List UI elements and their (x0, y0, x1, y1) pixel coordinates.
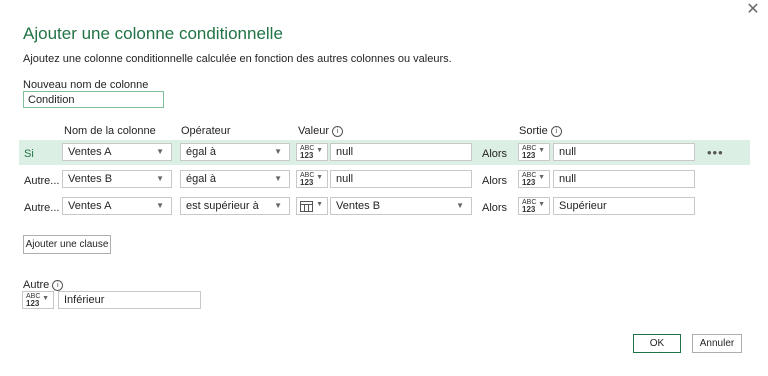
row-1-operator-value: égal à (186, 146, 216, 158)
row-1-output-type-button[interactable]: ABC 123 ▼ (518, 143, 550, 161)
row-3-value-column-select[interactable]: Ventes B ▼ (330, 197, 472, 215)
row-3-value-column-value: Ventes B (336, 200, 381, 212)
row-1-value-input[interactable]: null (330, 143, 472, 161)
dialog-subtitle: Ajoutez une colonne conditionnelle calcu… (23, 53, 452, 65)
header-output: Sortie i (519, 125, 562, 137)
chevron-down-icon: ▼ (538, 174, 545, 181)
type-icon-123: 123 (300, 178, 314, 187)
chevron-down-icon: ▼ (456, 201, 464, 210)
type-icon-123: 123 (522, 178, 536, 187)
chevron-down-icon: ▼ (316, 174, 323, 181)
chevron-down-icon: ▼ (156, 201, 164, 210)
header-column-name: Nom de la colonne (64, 125, 156, 137)
row-2-then-label: Alors (482, 175, 508, 187)
chevron-down-icon: ▼ (274, 201, 282, 210)
row-1-value-type-button[interactable]: ABC 123 ▼ (296, 143, 328, 161)
type-icon-123: 123 (522, 151, 536, 160)
ok-button[interactable]: OK (633, 334, 681, 353)
new-column-label: Nouveau nom de colonne (23, 79, 149, 91)
info-icon[interactable]: i (331, 125, 343, 137)
row-3-operator-select[interactable]: est supérieur à ▼ (180, 197, 290, 215)
chevron-down-icon: ▼ (156, 147, 164, 156)
row-3-then-label: Alors (482, 202, 508, 214)
more-options-icon[interactable]: ••• (707, 145, 724, 160)
header-operator: Opérateur (181, 125, 231, 137)
else-label-wrap: Autre i (23, 279, 64, 291)
chevron-down-icon: ▼ (274, 174, 282, 183)
row-1-column-select[interactable]: Ventes A ▼ (62, 143, 172, 161)
header-value: Valeur i (298, 125, 343, 137)
row-1-operator-select[interactable]: égal à ▼ (180, 143, 290, 161)
row-2-operator-select[interactable]: égal à ▼ (180, 170, 290, 188)
chevron-down-icon: ▼ (42, 295, 49, 302)
row-1-output-input[interactable]: null (553, 143, 695, 161)
chevron-down-icon: ▼ (316, 201, 323, 208)
add-clause-button[interactable]: Ajouter une clause (23, 235, 111, 254)
row-2-column-select[interactable]: Ventes B ▼ (62, 170, 172, 188)
row-3-column-select[interactable]: Ventes A ▼ (62, 197, 172, 215)
row-3-operator-value: est supérieur à (186, 200, 259, 212)
row-1-prefix: Si (24, 148, 34, 160)
row-3-output-input[interactable]: Supérieur (553, 197, 695, 215)
row-3-output-type-button[interactable]: ABC 123 ▼ (518, 197, 550, 215)
row-2-value-type-button[interactable]: ABC 123 ▼ (296, 170, 328, 188)
header-output-label: Sortie (519, 125, 548, 137)
else-type-button[interactable]: ABC 123 ▼ (22, 291, 54, 309)
row-2-prefix: Autre... (24, 175, 60, 187)
type-icon-123: 123 (300, 151, 314, 160)
row-3-prefix: Autre... (24, 202, 60, 214)
info-icon[interactable]: i (550, 125, 562, 137)
chevron-down-icon: ▼ (316, 147, 323, 154)
row-3-column-value: Ventes A (68, 200, 112, 212)
row-2-column-value: Ventes B (68, 173, 113, 185)
else-label: Autre (23, 279, 50, 291)
row-1-then-label: Alors (482, 148, 508, 160)
chevron-down-icon: ▼ (538, 147, 545, 154)
column-table-icon (300, 201, 313, 212)
row-2-output-type-button[interactable]: ABC 123 ▼ (518, 170, 550, 188)
row-2-value-input[interactable]: null (330, 170, 472, 188)
dialog-title: Ajouter une colonne conditionnelle (23, 24, 283, 43)
type-icon-123: 123 (26, 299, 40, 308)
type-icon-123: 123 (522, 205, 536, 214)
chevron-down-icon: ▼ (156, 174, 164, 183)
chevron-down-icon: ▼ (274, 147, 282, 156)
row-2-output-input[interactable]: null (553, 170, 695, 188)
chevron-down-icon: ▼ (538, 201, 545, 208)
row-2-operator-value: égal à (186, 173, 216, 185)
close-icon[interactable]: ✕ (745, 2, 761, 18)
info-icon[interactable]: i (52, 279, 64, 291)
new-column-input[interactable]: Condition (23, 91, 164, 108)
row-3-value-type-button[interactable]: ▼ (296, 197, 328, 215)
cancel-button[interactable]: Annuler (692, 334, 742, 353)
row-1-column-value: Ventes A (68, 146, 112, 158)
else-output-input[interactable]: Inférieur (58, 291, 201, 309)
header-value-label: Valeur (298, 125, 329, 137)
